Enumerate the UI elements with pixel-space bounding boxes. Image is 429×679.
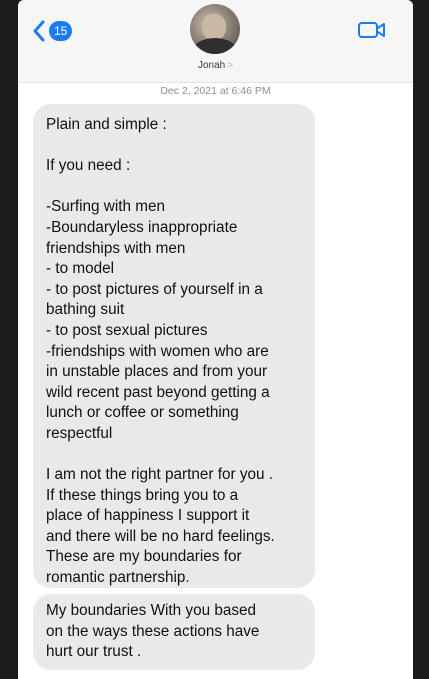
video-camera-icon <box>358 22 385 38</box>
message-line: If these things bring you to a <box>46 486 239 504</box>
message-line: on the ways these actions have <box>46 622 260 640</box>
contact-name: Jonah <box>197 60 226 71</box>
message-line: If you need : <box>46 157 131 175</box>
message-bubble[interactable]: Plain and simple : If you need : -Surfin… <box>33 104 315 588</box>
contact-avatar[interactable] <box>190 4 240 54</box>
message-line: in unstable places and from your <box>46 363 268 381</box>
message-line: -friendships with women who are <box>46 342 269 360</box>
back-button[interactable]: 15 <box>32 18 73 44</box>
avatar-shirt <box>194 38 236 54</box>
message-line: My boundaries With you based <box>46 602 257 619</box>
facetime-video-button[interactable] <box>357 20 387 45</box>
message-line: - to post pictures of yourself in a <box>46 280 263 298</box>
message-line: respectful <box>46 424 113 442</box>
message-line: These are my boundaries for <box>46 548 242 566</box>
avatar-face <box>202 14 226 40</box>
message-line: Plain and simple : <box>46 116 167 133</box>
message-line: friendships with men <box>46 239 186 257</box>
message-line: bathing suit <box>46 301 125 319</box>
message-line: place of happiness I support it <box>46 507 250 525</box>
message-line: lunch or coffee or something <box>46 404 239 422</box>
message-line: I am not the right partner for you . <box>46 466 274 484</box>
message-line: - to model <box>46 260 115 278</box>
contact-name-button[interactable]: Jonah > <box>18 60 413 71</box>
message-line: hurt our trust . <box>46 643 142 661</box>
message-timestamp: Dec 2, 2021 at 6:46 PM <box>160 85 271 97</box>
message-line: -Boundaryless inappropriate <box>46 218 238 236</box>
message-line: and there will be no hard feelings. <box>46 527 275 545</box>
conversation-header: 15 Jonah > <box>18 0 413 83</box>
message-line: romantic partnership. <box>46 569 190 587</box>
chevron-left-icon <box>33 20 45 42</box>
message-line: - to post sexual pictures <box>46 321 208 339</box>
chevron-right-icon: > <box>227 60 234 71</box>
message-bubble[interactable]: My boundaries With you based on the ways… <box>33 594 315 670</box>
message-line: wild recent past beyond getting a <box>46 383 270 401</box>
message-line: -Surfing with men <box>46 198 166 216</box>
unread-count-badge: 15 <box>49 21 73 41</box>
messages-screen: 15 Jonah > Dec 2, 2021 at 6:46 PM Plain a… <box>18 0 413 679</box>
